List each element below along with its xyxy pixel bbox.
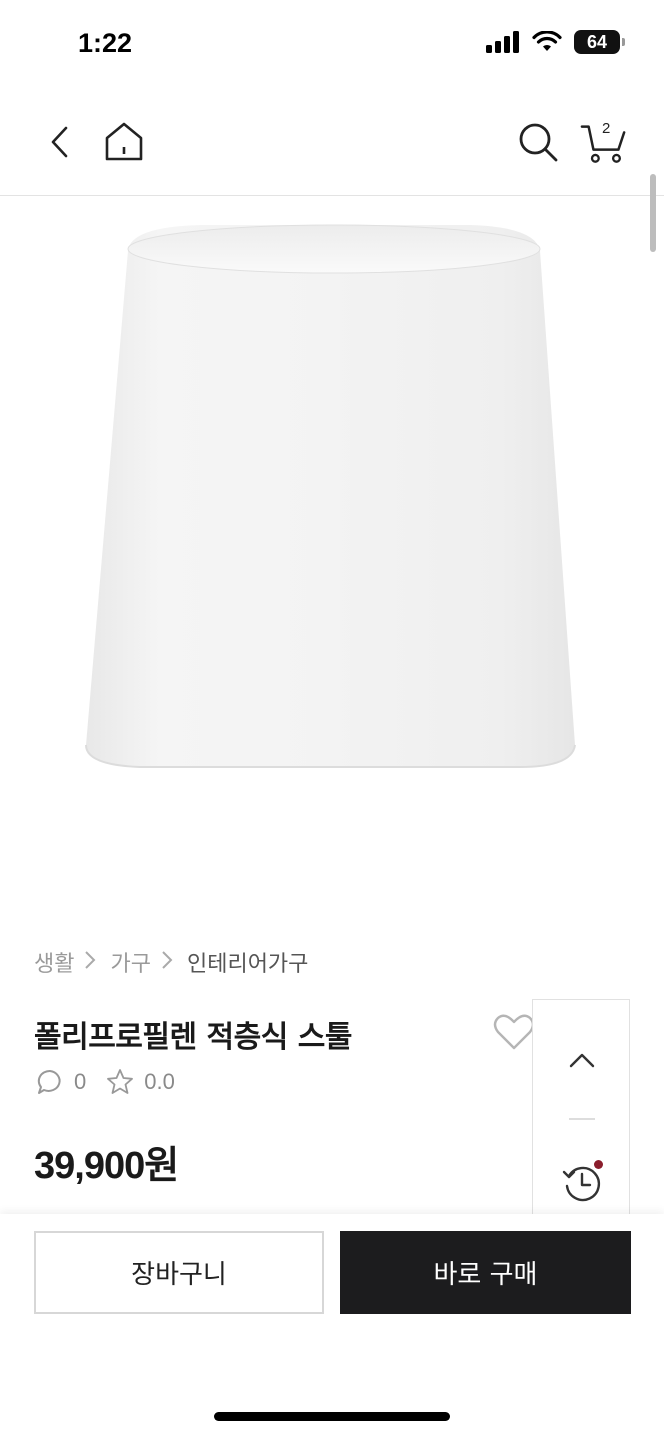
- rating-value: 0.0: [144, 1069, 175, 1094]
- status-bar: 1:22 64: [0, 0, 664, 88]
- search-button[interactable]: [514, 118, 562, 166]
- cart-button[interactable]: 2: [580, 118, 628, 166]
- panel-divider: [569, 1118, 595, 1120]
- breadcrumb-item-furniture[interactable]: 가구: [110, 946, 150, 978]
- product-image[interactable]: [0, 197, 664, 917]
- breadcrumb-item-interior-furniture[interactable]: 인테리어가구: [187, 946, 308, 978]
- breadcrumb: 생활 가구 인테리어가구: [34, 946, 308, 978]
- top-nav-bar: 2: [0, 88, 664, 252]
- buy-now-button[interactable]: 바로 구매: [340, 1231, 631, 1314]
- battery-icon: 64: [574, 30, 625, 54]
- comment-icon: [37, 1069, 61, 1094]
- back-icon: [51, 126, 68, 158]
- search-icon: [519, 123, 558, 162]
- status-icons: 64: [486, 30, 625, 54]
- product-stats: 0 0.0: [36, 1068, 195, 1096]
- comment-count: 0: [74, 1069, 87, 1094]
- status-time: 1:22: [78, 28, 133, 58]
- stool-image: [85, 224, 576, 768]
- wishlist-button[interactable]: [492, 1010, 536, 1054]
- bottom-action-bar: 장바구니 바로 구매: [0, 1214, 664, 1440]
- breadcrumb-item-life[interactable]: 생활: [34, 946, 74, 978]
- signal-icon: [486, 31, 519, 53]
- chevron-right-icon: [84, 950, 96, 975]
- recent-history-button[interactable]: [559, 1160, 605, 1206]
- wifi-icon: [532, 31, 562, 51]
- chevron-right-icon: [161, 950, 173, 975]
- back-button[interactable]: [36, 118, 84, 166]
- home-indicator[interactable]: [214, 1412, 450, 1421]
- notification-dot: [594, 1160, 603, 1169]
- chevron-up-icon: [569, 1053, 595, 1068]
- floating-side-panel: [532, 999, 630, 1229]
- home-button[interactable]: [100, 118, 148, 166]
- cart-count-badge: 2: [602, 120, 611, 137]
- battery-level: 64: [586, 31, 608, 52]
- scroll-top-button[interactable]: [562, 1040, 602, 1080]
- home-icon: [105, 122, 143, 161]
- heart-icon: [493, 1014, 535, 1050]
- product-price: 39,900원: [34, 1145, 179, 1187]
- add-to-cart-button[interactable]: 장바구니: [34, 1231, 324, 1314]
- star-icon: [107, 1069, 134, 1094]
- product-title: 폴리프로필렌 적층식 스툴: [34, 1020, 353, 1055]
